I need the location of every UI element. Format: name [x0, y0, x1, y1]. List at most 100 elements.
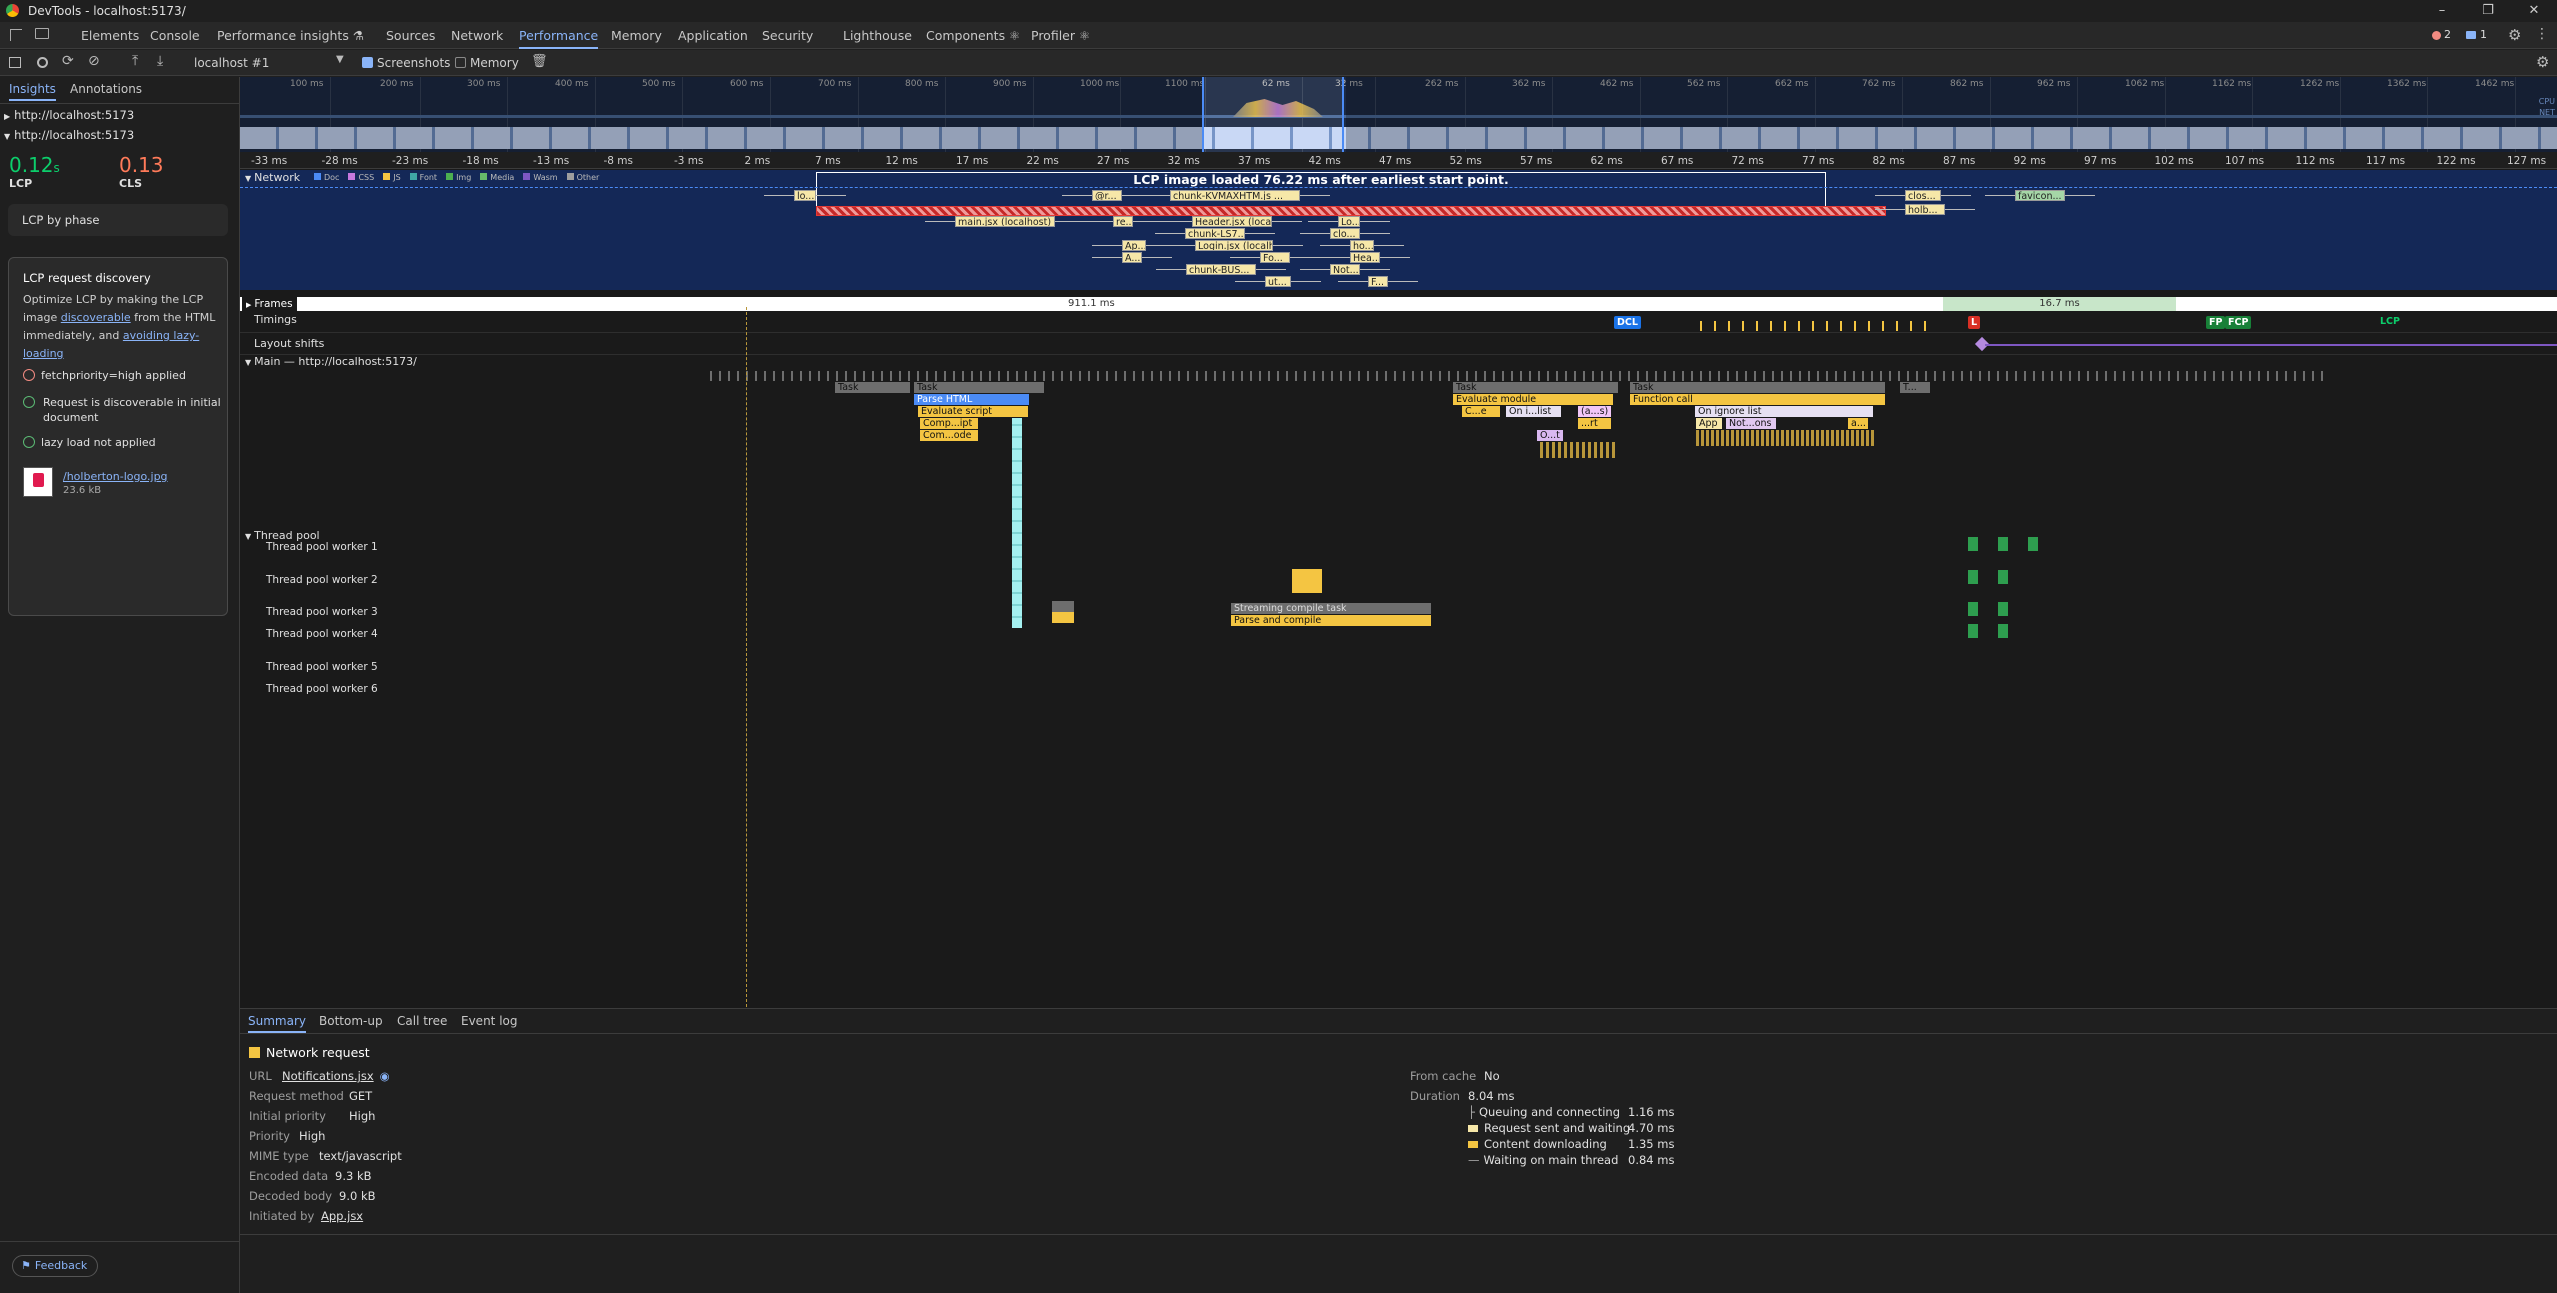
async-bar[interactable]: (a...s)	[1578, 406, 1611, 417]
task-bar[interactable]: Task	[1630, 382, 1885, 393]
url-row-collapsed[interactable]: ▶ http://localhost:5173	[4, 108, 134, 122]
network-request-bar[interactable]: A...	[1122, 252, 1142, 263]
tab-security[interactable]: Security	[762, 22, 813, 49]
network-request-bar[interactable]: Header.jsx (loca...	[1192, 216, 1272, 227]
network-track[interactable]: ▼ Network Doc CSS JS Font Img Media Wasm Other L…	[240, 170, 2557, 290]
streaming-compile-bar[interactable]: Streaming compile task	[1231, 603, 1431, 614]
tab-summary[interactable]: Summary	[248, 1009, 306, 1033]
timeline-overview[interactable]: 100 ms 200 ms 300 ms 400 ms 500 ms 600 ms 700 …	[240, 77, 2557, 152]
overview-selection-window[interactable]	[1202, 77, 1344, 152]
task-bar[interactable]: Task	[914, 382, 1044, 393]
cls-metric[interactable]: 0.13 CLS	[119, 153, 164, 190]
garbage-collect-icon[interactable]: 🗑	[531, 54, 548, 69]
network-request-bar[interactable]: F...	[1368, 276, 1388, 287]
network-request-bar[interactable]: lo...	[794, 190, 816, 201]
recording-select[interactable]: localhost #1	[194, 50, 269, 76]
clear-icon[interactable]: ⊘	[88, 53, 100, 69]
dcl-marker[interactable]: DCL	[1614, 316, 1641, 329]
screenshots-checkbox[interactable]: Screenshots	[362, 50, 450, 76]
tab-network[interactable]: Network	[451, 22, 503, 49]
network-request-bar[interactable]: clo...	[1330, 228, 1360, 239]
request-url-link[interactable]: Notifications.jsx	[282, 1069, 374, 1083]
tab-elements[interactable]: Elements	[81, 22, 139, 49]
network-request-bar[interactable]: favicon...	[2015, 190, 2065, 201]
error-icon[interactable]	[2432, 31, 2441, 40]
lcp-discovery-card[interactable]: LCP request discovery Optimize LCP by ma…	[8, 257, 228, 616]
script-bar[interactable]: a...	[1848, 418, 1868, 429]
network-request-bar[interactable]: ut...	[1265, 276, 1291, 287]
feedback-button[interactable]: ⚑ Feedback	[12, 1255, 99, 1277]
layout-shifts-track[interactable]: Layout shifts	[240, 333, 2557, 355]
network-request-bar[interactable]: Hea...	[1350, 252, 1380, 263]
record-icon[interactable]	[37, 57, 48, 68]
more-options-icon[interactable]: ⋮	[2535, 26, 2549, 42]
lcp-by-phase-card[interactable]: LCP by phase	[8, 204, 228, 236]
main-thread-track[interactable]: ▼ Main — http://localhost:5173/ Task Task…	[240, 355, 2557, 628]
fcp-marker[interactable]: FCP	[2225, 316, 2252, 329]
tab-annotations[interactable]: Annotations	[70, 77, 142, 101]
script-bar[interactable]: ...rt	[1578, 418, 1611, 429]
frame-2[interactable]: 16.7 ms	[1943, 297, 2176, 311]
tab-bottom-up[interactable]: Bottom-up	[319, 1009, 383, 1033]
compile-script-bar[interactable]: Comp...ipt	[920, 418, 978, 429]
compile-code-bar[interactable]: Com...ode	[920, 430, 978, 441]
task-bar[interactable]: T...	[1900, 382, 1930, 393]
task-bar[interactable]: Task	[835, 382, 910, 393]
tab-call-tree[interactable]: Call tree	[397, 1009, 447, 1033]
network-request-bar[interactable]: re...	[1113, 216, 1133, 227]
tab-memory[interactable]: Memory	[611, 22, 662, 49]
network-request-bar[interactable]: Lo...	[1338, 216, 1360, 227]
tab-profiler[interactable]: Profiler ⚛	[1031, 22, 1090, 49]
discoverable-link[interactable]: discoverable	[61, 311, 131, 324]
save-profile-icon[interactable]: ⤓	[157, 53, 163, 69]
main-thread-header[interactable]: ▼ Main — http://localhost:5173/	[245, 355, 417, 368]
network-request-bar[interactable]: holb...	[1905, 204, 1945, 215]
network-request-bar[interactable]: Fo...	[1260, 252, 1290, 263]
network-request-bar[interactable]: Ap...	[1122, 240, 1146, 251]
open-in-network-icon[interactable]: ◉	[380, 1069, 390, 1083]
tab-insights[interactable]: Insights	[9, 77, 56, 101]
lcp-image-link[interactable]: /holberton-logo.jpg	[63, 470, 168, 483]
network-request-bar[interactable]: chunk-KVMAXHTM.js ...	[1170, 190, 1300, 201]
settings-gear-icon[interactable]: ⚙	[2508, 26, 2521, 44]
evaluate-module-bar[interactable]: Evaluate module	[1453, 394, 1613, 405]
tab-lighthouse[interactable]: Lighthouse	[843, 22, 912, 49]
inspect-element-icon[interactable]	[10, 29, 22, 41]
initiator-link[interactable]: App.jsx	[321, 1209, 363, 1223]
url-row-expanded[interactable]: ▼ http://localhost:5173	[4, 128, 134, 142]
message-count[interactable]: 1	[2480, 28, 2487, 41]
on-ignore-list-bar[interactable]: On i...list	[1506, 406, 1561, 417]
network-request-bar[interactable]: ho...	[1350, 240, 1374, 251]
network-request-bar[interactable]: Login.jsx (localh...	[1195, 240, 1273, 251]
thread-pool-track[interactable]: ▼ Thread pool Thread pool worker 1 Thread…	[240, 529, 2557, 695]
network-request-bar[interactable]: main.jsx (localhost)	[955, 216, 1055, 227]
load-profile-icon[interactable]: ⤒	[132, 53, 138, 69]
frames-track[interactable]: ▶ Frames 911.1 ms 16.7 ms	[240, 297, 2557, 311]
function-call-bar[interactable]: Function call	[1630, 394, 1885, 405]
minimize-button[interactable]: –	[2419, 0, 2465, 22]
parse-html-bar[interactable]: Parse HTML	[914, 394, 1029, 405]
parse-compile-bar[interactable]: Parse and compile	[1231, 615, 1431, 626]
tab-sources[interactable]: Sources	[386, 22, 435, 49]
function-bar[interactable]: O...t	[1537, 430, 1563, 441]
fp-marker[interactable]: FP	[2206, 316, 2226, 329]
message-icon[interactable]	[2466, 31, 2476, 39]
frames-header[interactable]: ▶ Frames	[242, 297, 297, 311]
device-toolbar-icon[interactable]	[35, 28, 49, 39]
load-marker[interactable]: L	[1968, 316, 1981, 329]
reload-record-icon[interactable]: ⟳	[62, 53, 74, 69]
network-request-bar[interactable]: Not...	[1330, 264, 1360, 275]
evaluate-script-bar[interactable]: Evaluate script	[918, 406, 1028, 417]
lcp-marker[interactable]: LCP	[2380, 316, 2400, 327]
chevron-down-icon[interactable]: ▼	[336, 54, 344, 65]
capture-settings-gear-icon[interactable]: ⚙	[2536, 53, 2549, 71]
timings-track[interactable]: Timings DCL L FP FCP LCP	[240, 311, 2557, 333]
tab-console[interactable]: Console	[150, 22, 200, 49]
toggle-sidebar-icon[interactable]	[9, 57, 21, 68]
app-bar[interactable]: App	[1696, 418, 1722, 429]
tab-performance-insights[interactable]: Performance insights ⚗	[217, 22, 364, 49]
tab-performance[interactable]: Performance	[519, 22, 599, 49]
tab-components[interactable]: Components ⚛	[926, 22, 1020, 49]
close-window-button[interactable]: ✕	[2511, 0, 2557, 22]
network-request-bar[interactable]: clos...	[1905, 190, 1941, 201]
